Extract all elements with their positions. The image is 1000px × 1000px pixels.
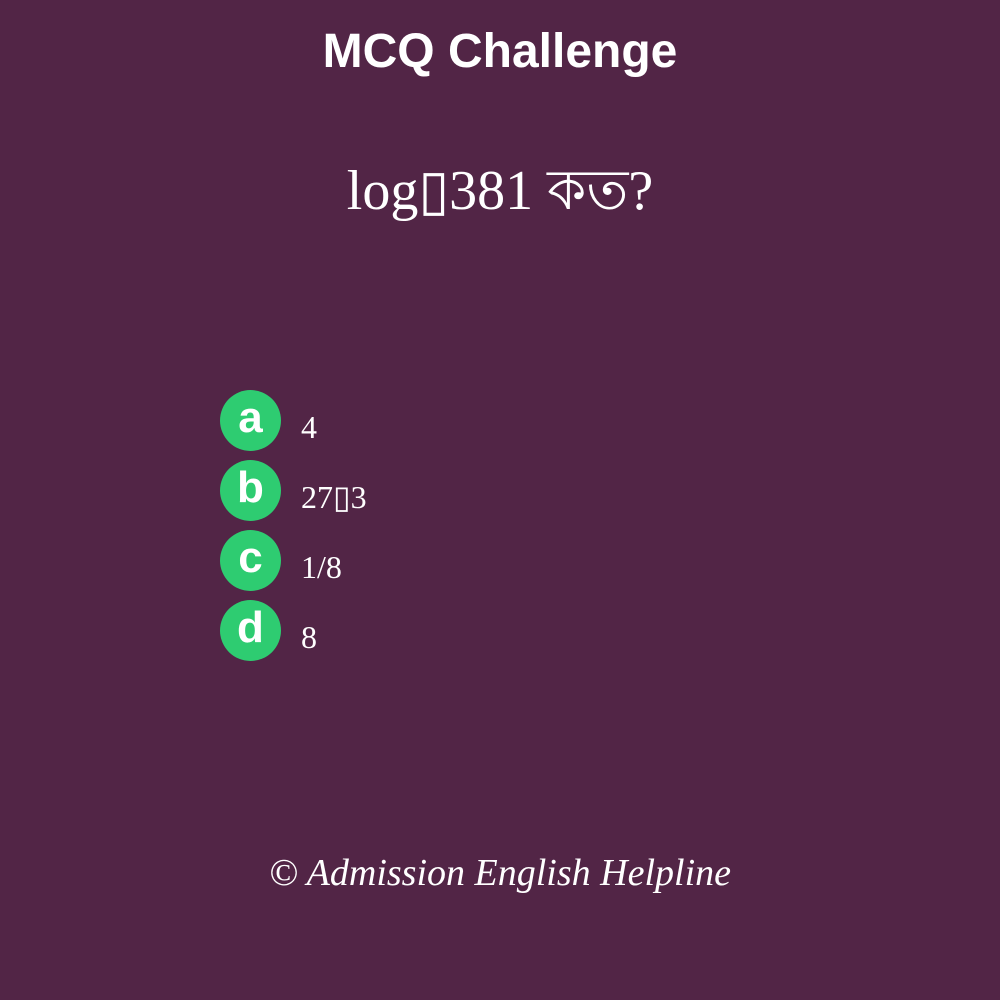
option-c-text[interactable]: 1/8 <box>301 547 342 587</box>
option-b-badge[interactable]: b <box>220 460 281 521</box>
options-list: a 4 b 27▯3 c 1/8 d 8 <box>220 390 780 670</box>
page-title: MCQ Challenge <box>322 25 678 78</box>
option-c[interactable]: c 1/8 <box>220 530 780 600</box>
copyright-footer: © Admission English Helpline <box>269 852 731 894</box>
option-d[interactable]: d 8 <box>220 600 780 670</box>
option-d-text[interactable]: 8 <box>301 617 317 657</box>
option-b-text[interactable]: 27▯3 <box>301 477 367 517</box>
option-b[interactable]: b 27▯3 <box>220 460 780 530</box>
option-c-badge[interactable]: c <box>220 530 281 591</box>
option-a-badge[interactable]: a <box>220 390 281 451</box>
question-text: log▯381 কত? <box>346 160 654 222</box>
option-d-badge[interactable]: d <box>220 600 281 661</box>
option-a-text[interactable]: 4 <box>301 407 317 447</box>
option-a[interactable]: a 4 <box>220 390 780 460</box>
